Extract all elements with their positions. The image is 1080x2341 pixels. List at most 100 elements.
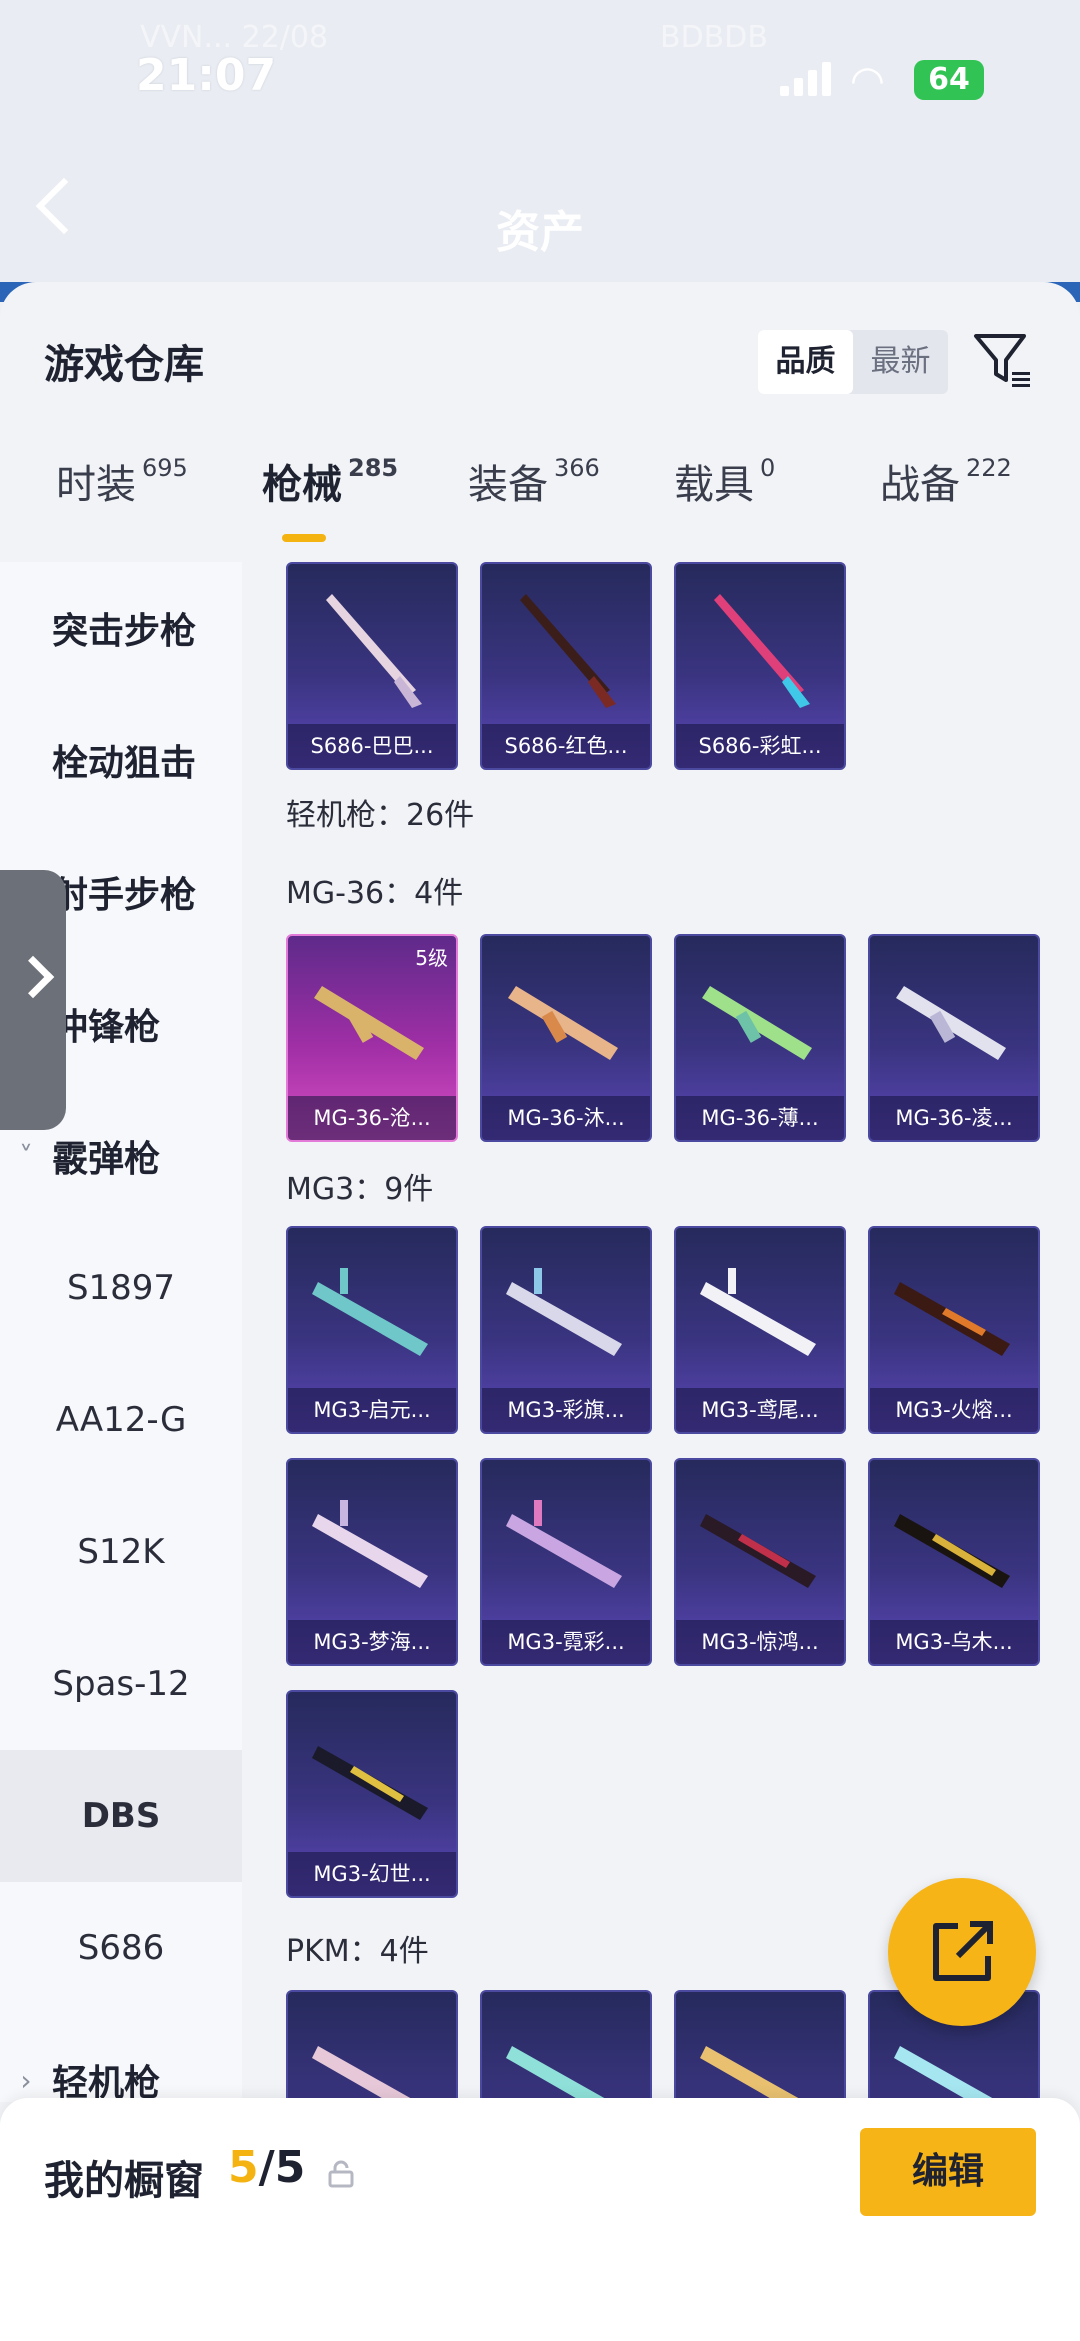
item-card[interactable]: MG-36-沐... xyxy=(480,934,652,1142)
sheet-title: 游戏仓库 xyxy=(44,342,204,388)
page-title: 资产 xyxy=(496,207,584,258)
section-mg36: MG-36：4件 xyxy=(286,876,464,911)
subcategory-s686[interactable]: S686 xyxy=(0,1882,242,2014)
weapon-thumbnail-icon xyxy=(312,1500,428,1588)
category-label: 射手步枪 xyxy=(52,875,197,916)
showcase-current: 5 xyxy=(228,2142,259,2193)
chevron-down-icon: ˅ xyxy=(19,1139,33,1173)
category-assault-rifle[interactable]: 突击步枪 xyxy=(0,562,242,694)
subcategory-spas12[interactable]: Spas-12 xyxy=(0,1618,242,1750)
subcategory-s1897[interactable]: S1897 xyxy=(0,1222,242,1354)
weapon-thumbnail-icon xyxy=(700,1268,816,1356)
section-mg3: MG3：9件 xyxy=(286,1172,434,1207)
tab-fashion[interactable]: 时装 695 xyxy=(56,452,188,510)
item-name: MG3-霓彩... xyxy=(482,1620,650,1664)
item-card[interactable]: MG3-火熔... xyxy=(868,1226,1040,1434)
item-card[interactable]: MG3-幻世... xyxy=(286,1690,458,1898)
tab-count: 285 xyxy=(348,454,399,482)
category-label: 突击步枪 xyxy=(52,611,197,652)
subcategory-dbs[interactable]: DBS xyxy=(0,1750,242,1882)
item-name: MG3-乌木... xyxy=(870,1620,1038,1664)
tab-count: 366 xyxy=(554,454,600,482)
category-label: 栓动狙击 xyxy=(52,743,197,784)
showcase-bar: 我的橱窗 5/5 编辑 xyxy=(0,2098,1080,2341)
expand-handle[interactable] xyxy=(0,870,66,1130)
item-card[interactable]: MG3-乌木... xyxy=(868,1458,1040,1666)
item-card[interactable]: MG3-霓彩... xyxy=(480,1458,652,1666)
item-card[interactable]: MG-36-凌... xyxy=(868,934,1040,1142)
item-name: MG3-幻世... xyxy=(288,1852,456,1896)
weapon-thumbnail-icon xyxy=(506,2046,612,2102)
item-card[interactable] xyxy=(286,1990,458,2102)
weapon-thumbnail-icon xyxy=(520,594,616,708)
item-card[interactable]: MG3-启元... xyxy=(286,1226,458,1434)
tab-battle-gear[interactable]: 战备 222 xyxy=(880,452,1012,510)
item-name: MG3-鸢尾... xyxy=(676,1388,844,1432)
subcategory-aa12g[interactable]: AA12-G xyxy=(0,1354,242,1486)
status-ghost-text-right: BDBDB xyxy=(660,20,768,55)
item-name: MG-36-凌... xyxy=(870,1096,1038,1140)
weapon-thumbnail-icon xyxy=(506,1268,622,1356)
item-grid: S686-巴巴... S686-红色... S686-彩虹... 轻机枪：26件… xyxy=(272,562,1062,2102)
weapon-thumbnail-icon xyxy=(714,594,810,708)
category-label: 霰弹枪 xyxy=(52,1139,161,1180)
item-card[interactable]: MG3-彩旗... xyxy=(480,1226,652,1434)
item-card[interactable]: MG3-惊鸿... xyxy=(674,1458,846,1666)
tab-count: 0 xyxy=(760,454,776,482)
edit-button[interactable]: 编辑 xyxy=(860,2128,1036,2216)
tab-weapons[interactable]: 枪械 285 xyxy=(262,452,398,510)
item-name: MG-36-沐... xyxy=(482,1096,650,1140)
category-sidebar: 突击步枪 栓动狙击 ›射手步枪 ›冲锋枪 ˅霰弹枪 S1897 AA12-G S… xyxy=(0,562,242,2104)
item-name: MG-36-薄... xyxy=(676,1096,844,1140)
weapon-thumbnail-icon xyxy=(700,2046,806,2102)
tab-bar: 时装 695 枪械 285 装备 366 载具 0 战备 222 xyxy=(0,432,1080,542)
item-name: MG-36-沧... xyxy=(288,1096,456,1140)
status-time: 21:07 xyxy=(136,50,277,101)
item-card[interactable]: S686-红色... xyxy=(480,562,652,770)
status-bar: VVN... 22/08 BDBDB 21:07 ◠ 64 xyxy=(0,0,1080,130)
weapon-thumbnail-icon xyxy=(314,986,424,1060)
item-card[interactable] xyxy=(480,1990,652,2102)
filter-icon[interactable] xyxy=(972,330,1032,390)
chevron-right-icon: › xyxy=(20,2063,32,2097)
item-name: S686-红色... xyxy=(482,724,650,768)
app-header: 资产 xyxy=(0,130,1080,290)
item-card[interactable]: MG3-梦海... xyxy=(286,1458,458,1666)
sort-quality-button[interactable]: 品质 xyxy=(758,330,853,394)
wifi-icon: ◠ xyxy=(850,58,885,104)
tab-label: 枪械 xyxy=(262,462,342,508)
active-tab-indicator xyxy=(282,534,326,542)
category-label: 冲锋枪 xyxy=(52,1007,161,1048)
tab-label: 装备 xyxy=(468,462,548,508)
tab-equipment[interactable]: 装备 366 xyxy=(468,452,600,510)
item-card[interactable]: 5级 MG-36-沧... xyxy=(286,934,458,1142)
weapon-thumbnail-icon xyxy=(312,1746,428,1820)
item-name: MG3-启元... xyxy=(288,1388,456,1432)
section-lmg-total: 轻机枪：26件 xyxy=(286,798,475,833)
item-card[interactable]: MG-36-薄... xyxy=(674,934,846,1142)
weapon-thumbnail-icon xyxy=(702,986,812,1060)
item-card[interactable] xyxy=(674,1990,846,2102)
weapon-thumbnail-icon xyxy=(312,1268,428,1356)
chevron-right-icon xyxy=(11,955,55,999)
category-bolt-sniper[interactable]: 栓动狙击 xyxy=(0,694,242,826)
item-name: MG3-惊鸿... xyxy=(676,1620,844,1664)
tab-label: 时装 xyxy=(56,462,136,508)
item-card[interactable]: S686-彩虹... xyxy=(674,562,846,770)
weapon-thumbnail-icon xyxy=(894,1514,1010,1588)
item-name: S686-巴巴... xyxy=(288,724,456,768)
subcategory-s12k[interactable]: S12K xyxy=(0,1486,242,1618)
showcase-label: 我的橱窗 xyxy=(44,2158,204,2204)
section-pkm: PKM：4件 xyxy=(286,1934,429,1969)
sort-newest-button[interactable]: 最新 xyxy=(853,330,948,394)
item-name: MG3-火熔... xyxy=(870,1388,1038,1432)
battery-icon: 64 xyxy=(914,60,984,100)
weapon-thumbnail-icon xyxy=(508,986,618,1060)
tab-vehicles[interactable]: 载具 0 xyxy=(674,452,775,510)
item-card[interactable]: S686-巴巴... xyxy=(286,562,458,770)
item-card[interactable]: MG3-鸢尾... xyxy=(674,1226,846,1434)
tab-label: 战备 xyxy=(880,462,960,508)
item-name: MG3-彩旗... xyxy=(482,1388,650,1432)
showcase-count: 5/5 xyxy=(228,2142,305,2193)
share-button[interactable] xyxy=(888,1878,1036,2026)
